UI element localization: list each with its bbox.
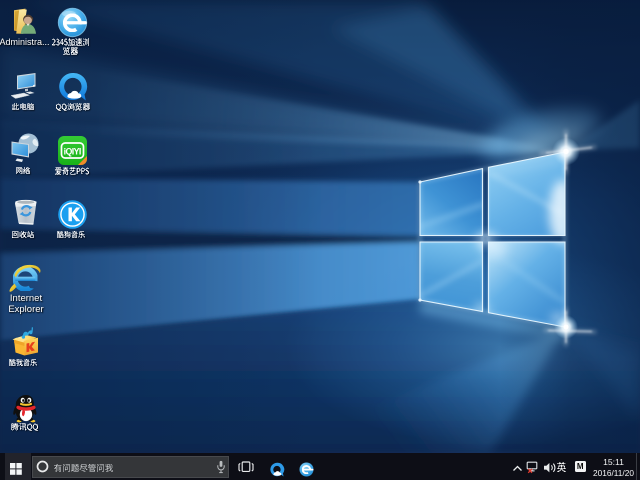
svg-text:iQIYI: iQIYI bbox=[64, 147, 81, 157]
